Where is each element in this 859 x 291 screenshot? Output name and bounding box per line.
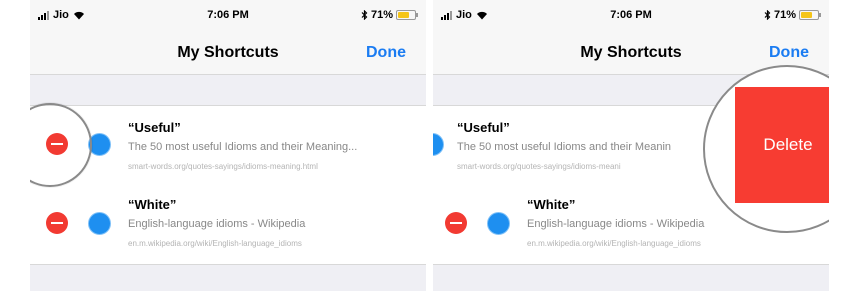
shortcut-description: English-language idioms - Wikipedia: [128, 218, 306, 230]
shortcut-url: smart-words.org/quotes-sayings/idioms-me…: [128, 162, 318, 171]
status-bar: Jio 7:06 PM 71%: [30, 0, 426, 26]
done-button[interactable]: Done: [769, 44, 809, 62]
status-bar: Jio 7:06 PM 71%: [433, 0, 829, 26]
done-button[interactable]: Done: [366, 44, 406, 62]
screen-left: Jio 7:06 PM 71% My Shortcuts Done “Usefu…: [30, 0, 426, 291]
shortcut-url: en.m.wikipedia.org/wiki/English-language…: [527, 239, 701, 248]
navigation-bar: My Shortcuts Done: [30, 26, 426, 75]
battery-icon: [799, 10, 821, 20]
shortcut-description: The 50 most useful Idioms and their Mean…: [128, 141, 358, 153]
safari-icon: [88, 212, 111, 235]
battery-percent: 71%: [773, 9, 796, 21]
bluetooth-icon: [764, 10, 771, 20]
safari-icon: [433, 133, 444, 156]
shortcut-description: The 50 most useful Idioms and their Mean…: [457, 141, 672, 153]
shortcut-title: “White”: [527, 197, 576, 212]
shortcut-title: “Useful”: [128, 120, 181, 135]
shortcut-url: smart-words.org/quotes-sayings/idioms-me…: [457, 162, 621, 171]
screen-right: Jio 7:06 PM 71% My Shortcuts Done “Usefu…: [433, 0, 829, 291]
battery-percent: 71%: [370, 9, 393, 21]
list-item[interactable]: “White” English-language idioms - Wikipe…: [30, 185, 426, 264]
shortcut-title: “Useful”: [457, 120, 510, 135]
delete-toggle-button[interactable]: [445, 212, 467, 234]
delete-toggle-button[interactable]: [46, 212, 68, 234]
shortcut-title: “White”: [128, 197, 177, 212]
delete-button[interactable]: Delete: [735, 87, 829, 203]
shortcut-url: en.m.wikipedia.org/wiki/English-language…: [128, 239, 302, 248]
bluetooth-icon: [361, 10, 368, 20]
safari-icon: [487, 212, 510, 235]
battery-icon: [396, 10, 418, 20]
shortcut-list: “Useful” The 50 most useful Idioms and t…: [30, 105, 426, 265]
